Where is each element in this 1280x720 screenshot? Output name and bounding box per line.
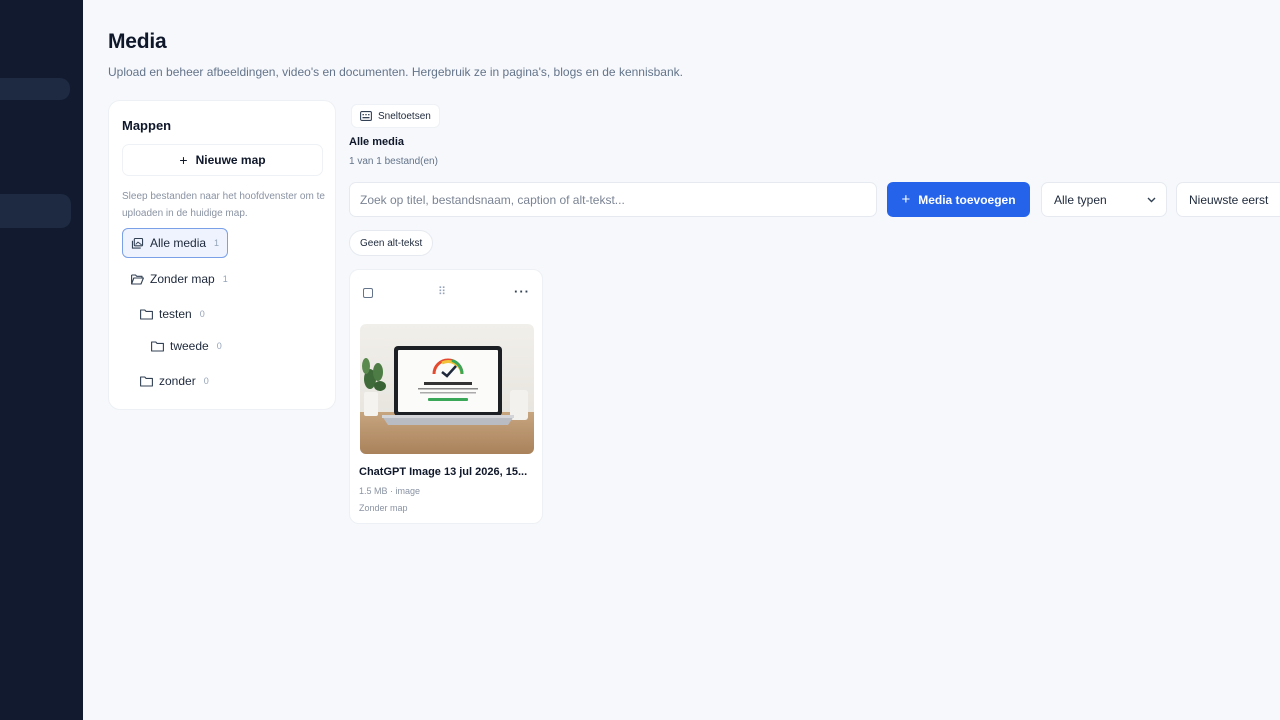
plus-icon: + [901, 191, 911, 208]
folders-panel: Mappen + Nieuwe map Sleep bestanden naar… [108, 100, 336, 410]
images-icon [131, 237, 144, 249]
page-title: Media [108, 30, 167, 53]
folder-count: 0 [216, 341, 222, 351]
sidebar-nav-item-active[interactable] [0, 194, 71, 228]
sort-select[interactable]: Nieuwste eerst [1176, 182, 1280, 217]
chevron-down-icon [1147, 197, 1156, 202]
new-folder-label: Nieuwe map [195, 153, 266, 167]
file-count: 1 van 1 bestand(en) [349, 156, 438, 167]
drag-handle-icon[interactable]: ⠿ [438, 285, 446, 298]
select-checkbox[interactable] [363, 288, 373, 298]
folder-count: 0 [199, 309, 205, 319]
folders-hint: Sleep bestanden naar het hoofdvenster om… [122, 191, 325, 219]
main-content: Media Upload en beheer afbeeldingen, vid… [83, 0, 1280, 720]
folder-icon [151, 340, 164, 352]
folder-item-tweede[interactable]: tweede 0 [143, 331, 230, 361]
folder-label: tweede [170, 339, 209, 353]
page-subtitle: Upload en beheer afbeeldingen, video's e… [108, 65, 683, 79]
media-thumbnail[interactable] [360, 324, 534, 454]
section-title: Alle media [349, 136, 405, 148]
keyboard-icon [360, 111, 372, 121]
sort-value: Nieuwste eerst [1189, 192, 1269, 207]
type-filter-value: Alle typen [1054, 192, 1107, 207]
folder-open-icon [131, 273, 144, 285]
search-input[interactable] [349, 182, 877, 217]
folder-count: 0 [203, 376, 209, 386]
app-sidebar [0, 0, 83, 627]
no-alt-text-filter-chip[interactable]: Geen alt-tekst [349, 230, 434, 256]
app-sidebar-footer [0, 627, 93, 720]
folder-label: Alle media [150, 236, 207, 250]
shortcuts-label: Sneltoetsen [378, 110, 431, 122]
plus-icon: + [179, 152, 188, 168]
folders-title: Mappen [122, 118, 172, 133]
folder-label: testen [159, 307, 192, 321]
folder-icon [140, 308, 153, 320]
folder-count: 1 [222, 274, 228, 284]
laptop-photo [360, 324, 534, 454]
new-folder-button[interactable]: + Nieuwe map [122, 144, 323, 176]
folder-count: 1 [214, 238, 220, 248]
media-name: ChatGPT Image 13 jul 2026, 15... [359, 466, 528, 478]
more-options-icon[interactable]: ··· [514, 284, 530, 299]
folder-label: zonder [159, 374, 196, 388]
add-media-button[interactable]: + Media toevoegen [887, 182, 1030, 217]
media-meta: 1.5 MB · image [359, 486, 421, 496]
sidebar-nav-item[interactable] [0, 78, 70, 100]
folder-item-zonder[interactable]: zonder 0 [132, 366, 217, 396]
add-media-label: Media toevoegen [918, 192, 1016, 207]
media-folder: Zonder map [359, 503, 408, 513]
folder-label: Zonder map [150, 272, 215, 286]
type-filter-select[interactable]: Alle typen [1041, 182, 1167, 217]
media-card[interactable]: ⠿ ··· ChatGPT Image 13 jul 2026, 15... 1… [349, 269, 543, 524]
shortcuts-button[interactable]: Sneltoetsen [351, 104, 440, 128]
folder-icon [140, 375, 153, 387]
folder-item-zonder-map[interactable]: Zonder map 1 [123, 264, 236, 294]
folder-item-testen[interactable]: testen 0 [132, 299, 213, 329]
folder-item-all-media[interactable]: Alle media 1 [122, 228, 229, 258]
